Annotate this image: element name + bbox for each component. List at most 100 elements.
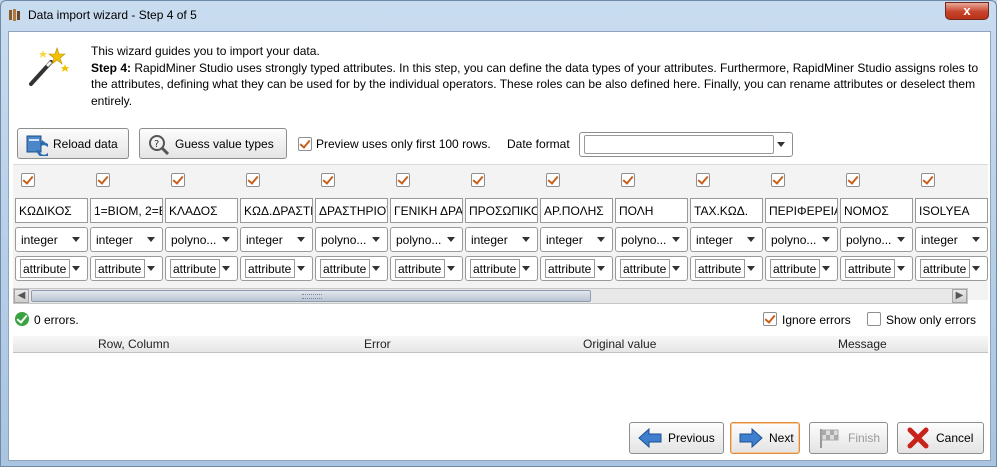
role-select[interactable]: attribute [90, 256, 163, 281]
column-select-checkbox[interactable] [921, 173, 935, 187]
role-input[interactable]: attribute [245, 259, 295, 278]
value-type-select[interactable]: integer [915, 227, 988, 252]
guess-value-types-button[interactable]: ? Guess value types [139, 128, 287, 159]
role-input[interactable]: attribute [545, 259, 595, 278]
column-name-input[interactable]: ΤΑΧ.ΚΩΔ. [690, 198, 763, 223]
value-type-select[interactable]: polyno... [840, 227, 913, 252]
cancel-button[interactable]: Cancel [897, 422, 984, 454]
date-format-combobox[interactable] [579, 132, 793, 157]
scroll-right-icon[interactable]: ▶ [952, 289, 967, 303]
column-header-original-value[interactable]: Original value [583, 337, 656, 351]
role-input[interactable]: attribute [920, 259, 970, 278]
show-only-errors-checkbox[interactable] [867, 312, 881, 326]
chevron-down-icon [822, 266, 830, 271]
column-select-checkbox[interactable] [621, 173, 635, 187]
column-12: ISOLYEA integer attribute [915, 165, 988, 300]
date-format-input[interactable] [584, 135, 774, 154]
intro-text: This wizard guides you to import your da… [91, 43, 981, 109]
column-name-input[interactable]: ΝΟΜΟΣ [840, 198, 913, 223]
role-select[interactable]: attribute [540, 256, 613, 281]
reload-data-button[interactable]: Reload data [17, 128, 129, 159]
column-select-checkbox[interactable] [696, 173, 710, 187]
column-name-input[interactable]: ΠΕΡΙΦΕΡΕΙΑ [765, 198, 838, 223]
preview-first-rows-checkbox[interactable] [298, 137, 312, 151]
role-input[interactable]: attribute [620, 259, 670, 278]
column-name-input[interactable]: ΓΕΝΙΚΗ ΔΡΑ [390, 198, 463, 223]
column-select-checkbox[interactable] [546, 173, 560, 187]
column-name-input[interactable]: ISOLYEA [915, 198, 988, 223]
role-input[interactable]: attribute [470, 259, 520, 278]
role-select[interactable]: attribute [15, 256, 88, 281]
chevron-down-icon[interactable] [777, 142, 785, 147]
value-type-select[interactable]: polyno... [315, 227, 388, 252]
chevron-down-icon [72, 266, 80, 271]
column-header-row-column[interactable]: Row, Column [98, 337, 169, 351]
column-select-checkbox[interactable] [396, 173, 410, 187]
role-select[interactable]: attribute [315, 256, 388, 281]
role-select[interactable]: attribute [240, 256, 313, 281]
column-name-input[interactable]: ΚΩΔ.ΔΡΑΣΤΗ [240, 198, 313, 223]
ignore-errors-checkbox[interactable] [763, 312, 777, 326]
role-select[interactable]: attribute [465, 256, 538, 281]
chevron-down-icon [222, 237, 230, 242]
role-select[interactable]: attribute [390, 256, 463, 281]
column-11: ΝΟΜΟΣ polyno... attribute [840, 165, 915, 300]
column-select-checkbox[interactable] [21, 173, 35, 187]
column-5: ΓΕΝΙΚΗ ΔΡΑ polyno... attribute [390, 165, 465, 300]
role-input[interactable]: attribute [395, 259, 445, 278]
value-type-select[interactable]: integer [240, 227, 313, 252]
value-type-select[interactable]: integer [540, 227, 613, 252]
finish-button[interactable]: Finish [809, 422, 888, 454]
column-select-checkbox[interactable] [246, 173, 260, 187]
value-type-select[interactable]: polyno... [615, 227, 688, 252]
column-name-input[interactable]: ΔΡΑΣΤΗΡΙΟΤ [315, 198, 388, 223]
role-input[interactable]: attribute [845, 259, 895, 278]
column-select-checkbox[interactable] [171, 173, 185, 187]
column-name-input[interactable]: ΠΟΛΗ [615, 198, 688, 223]
role-select[interactable]: attribute [840, 256, 913, 281]
column-header-error[interactable]: Error [364, 337, 391, 351]
value-type-select[interactable]: polyno... [765, 227, 838, 252]
value-type-select[interactable]: polyno... [390, 227, 463, 252]
role-select[interactable]: attribute [765, 256, 838, 281]
column-name-input[interactable]: ΑΡ.ΠΟΛΗΣ [540, 198, 613, 223]
chevron-down-icon [897, 237, 905, 242]
wizard-content: This wizard guides you to import your da… [8, 31, 991, 461]
role-select[interactable]: attribute [690, 256, 763, 281]
column-name-input[interactable]: ΠΡΟΣΩΠΙΚΟ [465, 198, 538, 223]
close-button[interactable]: x [945, 2, 989, 20]
role-input[interactable]: attribute [320, 259, 370, 278]
chevron-down-icon [222, 266, 230, 271]
column-select-checkbox[interactable] [96, 173, 110, 187]
next-button[interactable]: Next [730, 422, 800, 454]
value-type-select[interactable]: integer [465, 227, 538, 252]
column-select-checkbox[interactable] [471, 173, 485, 187]
previous-button[interactable]: Previous [629, 422, 724, 454]
role-input[interactable]: attribute [770, 259, 820, 278]
role-input[interactable]: attribute [170, 259, 220, 278]
role-input[interactable]: attribute [695, 259, 745, 278]
column-header-message[interactable]: Message [838, 337, 887, 351]
grip-icon [302, 294, 322, 299]
role-select[interactable]: attribute [165, 256, 238, 281]
app-icon [9, 9, 20, 21]
value-type-select[interactable]: integer [15, 227, 88, 252]
role-select[interactable]: attribute [615, 256, 688, 281]
scrollbar-thumb[interactable] [31, 290, 591, 302]
title-bar[interactable]: Data import wizard - Step 4 of 5 x [1, 1, 996, 29]
role-input[interactable]: attribute [95, 259, 145, 278]
value-type-select[interactable]: integer [90, 227, 163, 252]
value-type-select[interactable]: polyno... [165, 227, 238, 252]
column-name-input[interactable]: ΚΩΔΙΚΟΣ [15, 198, 88, 223]
value-type-select[interactable]: integer [690, 227, 763, 252]
role-select[interactable]: attribute [915, 256, 988, 281]
column-name-input[interactable]: 1=ΒΙΟΜ, 2=Ε [90, 198, 163, 223]
cancel-x-icon [907, 427, 929, 449]
column-select-checkbox[interactable] [321, 173, 335, 187]
column-select-checkbox[interactable] [771, 173, 785, 187]
column-select-checkbox[interactable] [846, 173, 860, 187]
horizontal-scrollbar[interactable]: ◀ ▶ [13, 288, 968, 304]
scroll-left-icon[interactable]: ◀ [14, 289, 29, 303]
role-input[interactable]: attribute [20, 259, 70, 278]
column-name-input[interactable]: ΚΛΑΔΟΣ [165, 198, 238, 223]
